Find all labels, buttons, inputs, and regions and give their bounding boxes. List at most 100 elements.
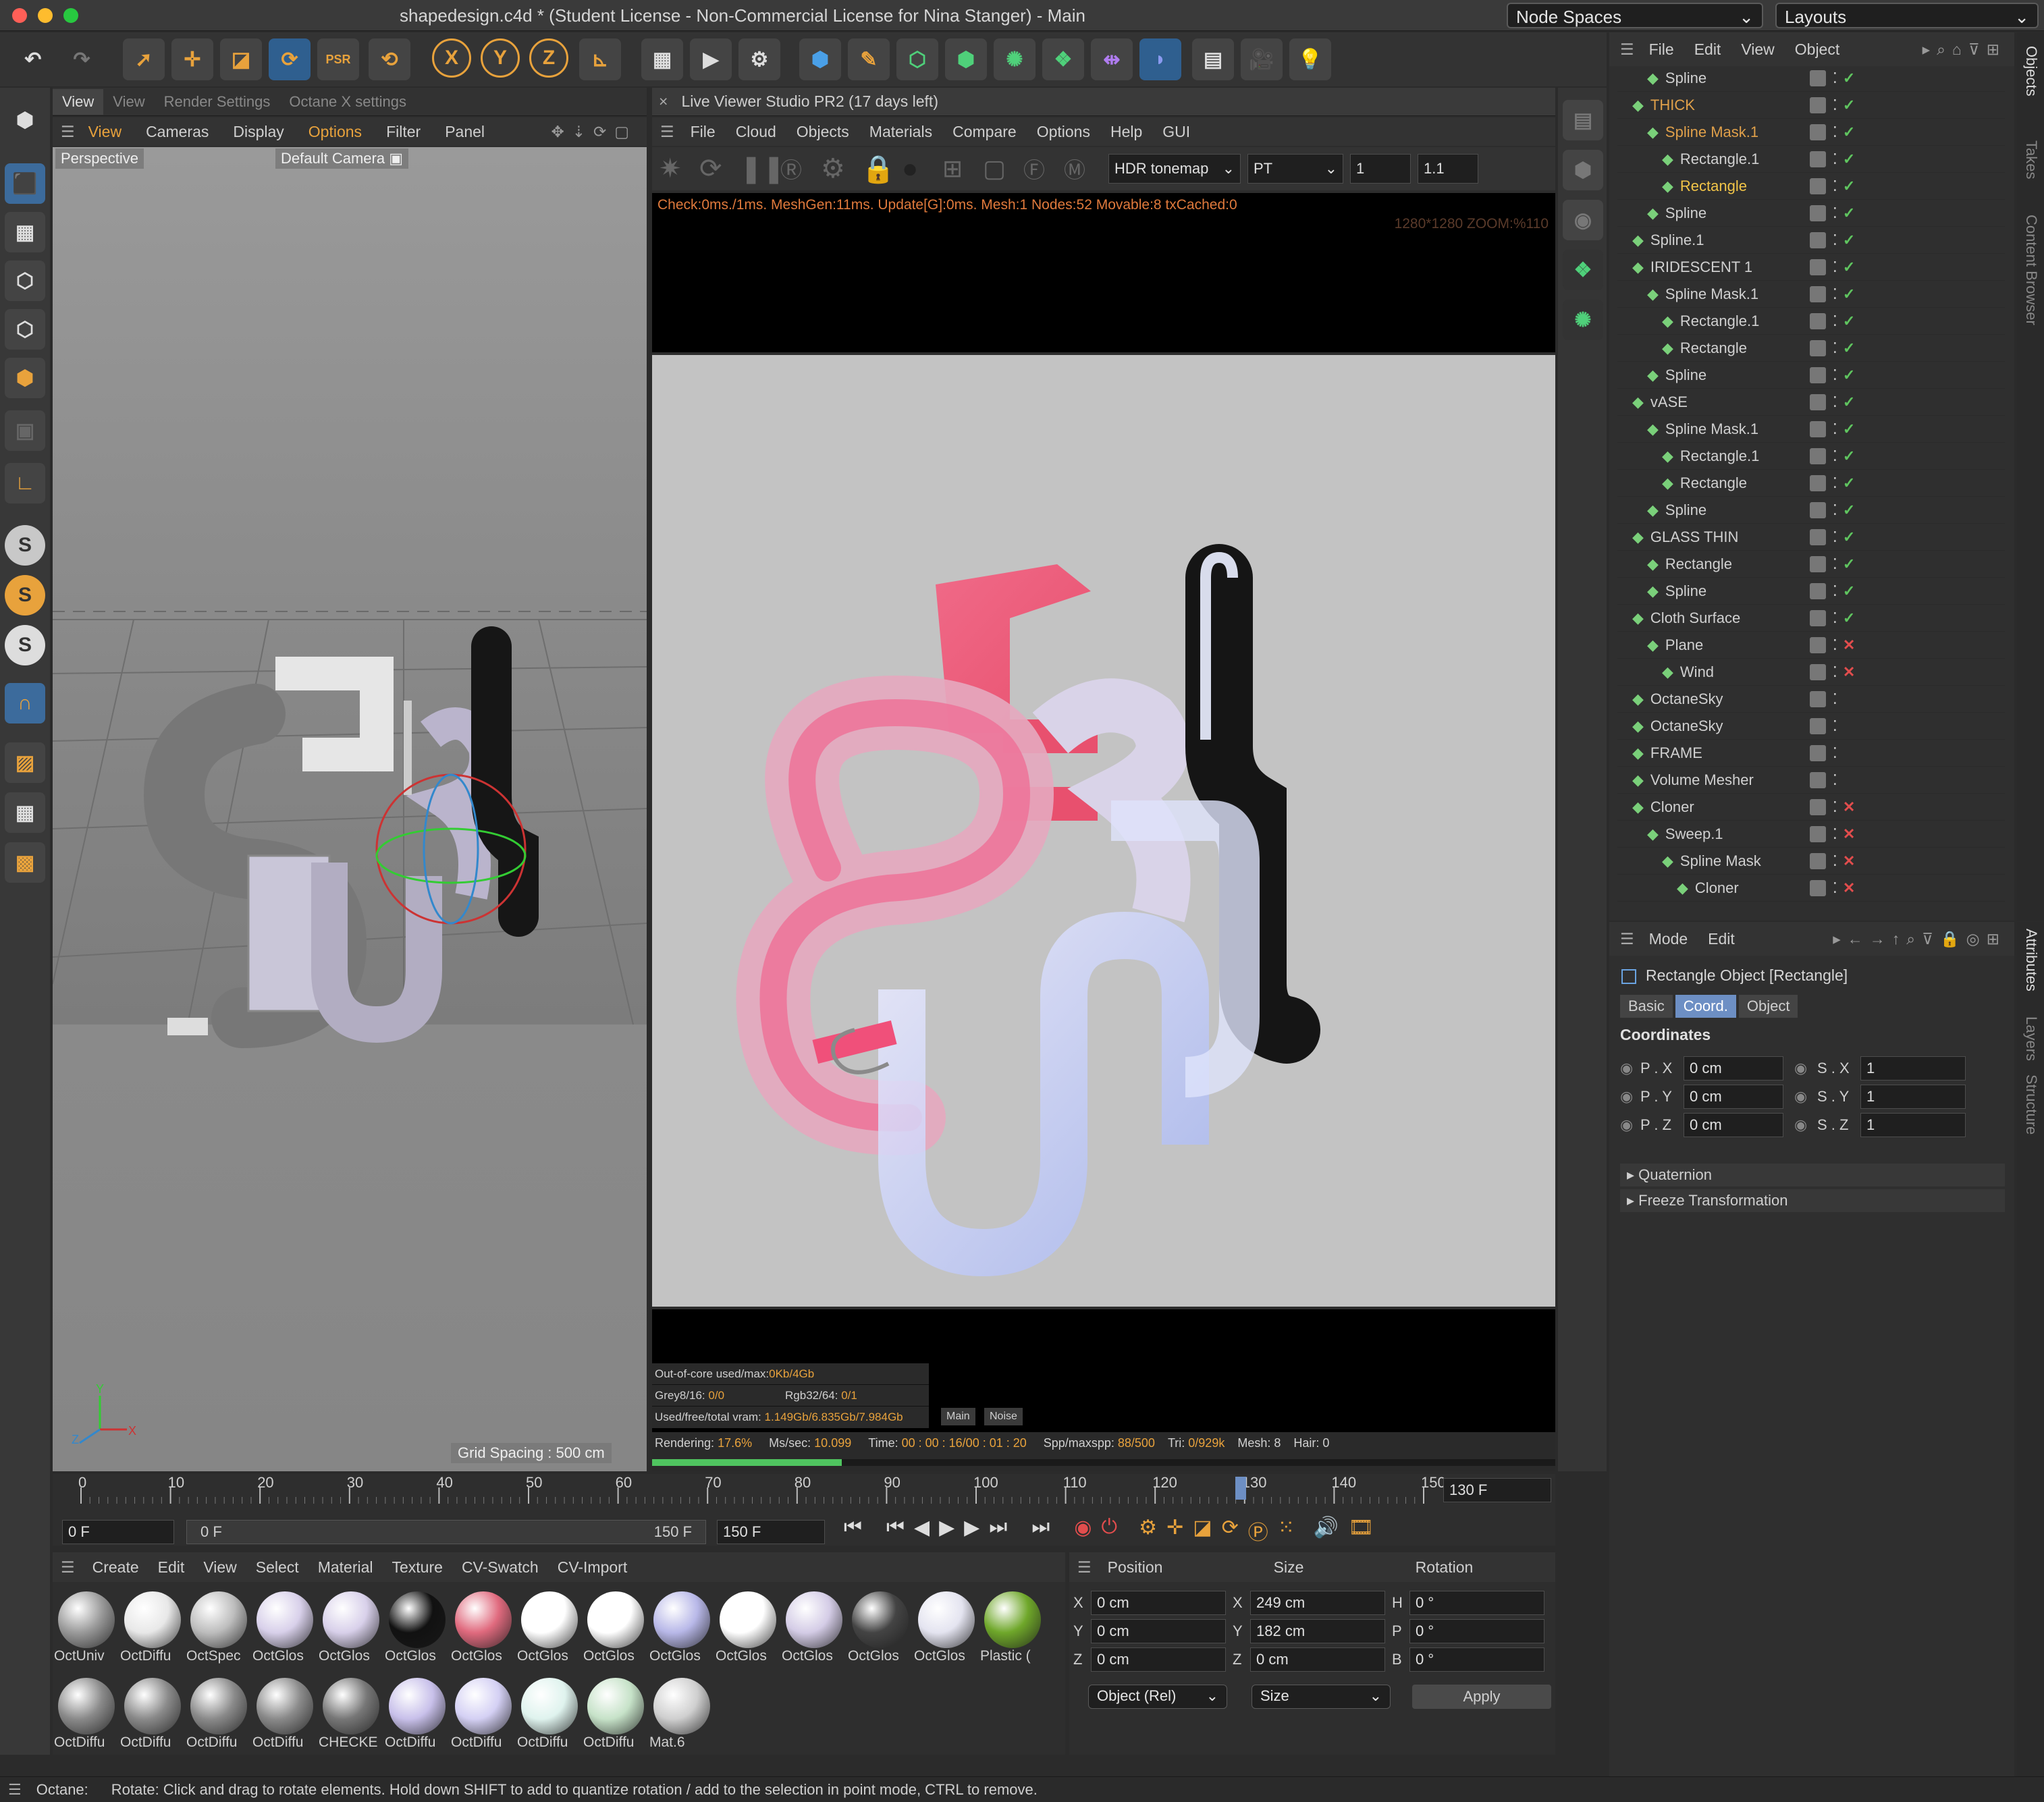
material-swatch[interactable]: OctGlos xyxy=(649,1591,711,1664)
object-row[interactable]: ◆ Spline ⁚ ✓ xyxy=(1617,200,2005,227)
edit-toggle-icon[interactable] xyxy=(1809,151,1826,167)
om-menu-view[interactable]: View xyxy=(1741,40,1774,59)
y-axis-lock-icon[interactable]: Y xyxy=(481,38,520,78)
mat-menu-material[interactable]: Material xyxy=(318,1558,373,1577)
mat-menu-cv-swatch[interactable]: CV-Swatch xyxy=(462,1558,539,1577)
node-spaces-dropdown[interactable]: Node Spaces ⌄ xyxy=(1507,3,1763,28)
uv-mode-icon[interactable]: ▣ xyxy=(5,410,45,451)
coordinate-system-icon[interactable]: ⊾ xyxy=(579,38,621,80)
am-menu-mode[interactable]: Mode xyxy=(1649,930,1688,948)
psr-tool-icon[interactable]: PSR xyxy=(317,38,359,80)
edit-toggle-icon[interactable] xyxy=(1809,582,1826,599)
workplane-icon[interactable]: ▨ xyxy=(5,742,45,783)
om-menu-edit[interactable]: Edit xyxy=(1694,40,1721,59)
restart-icon[interactable]: ⟳ xyxy=(699,153,740,184)
material-swatch[interactable]: OctGlos xyxy=(451,1591,513,1664)
pen-icon[interactable]: ✎ xyxy=(848,38,890,80)
object-row[interactable]: ◆ OctaneSky ⁚ xyxy=(1617,686,2005,713)
tab-object[interactable]: Object xyxy=(1738,995,1798,1018)
object-row[interactable]: ◆ OctaneSky ⁚ xyxy=(1617,713,2005,740)
focus-icon[interactable]: Ⓕ xyxy=(1023,153,1064,184)
material-swatch[interactable]: OctDiffu xyxy=(120,1591,182,1664)
hamburger-icon[interactable]: ☰ xyxy=(1620,40,1634,59)
octane-dock-icon-2[interactable]: ⬢ xyxy=(1563,150,1603,190)
tab-render-settings[interactable]: Render Settings xyxy=(155,89,280,115)
am-toolbar-icons[interactable]: ▸←→↑⌕⊽🔒◎⊞ xyxy=(1833,930,2006,948)
object-row[interactable]: ◆ Cloner ⁚ ✕ xyxy=(1617,794,2005,821)
disabled-cross-icon[interactable]: ✕ xyxy=(1843,852,1855,870)
material-swatch[interactable]: OctGlos xyxy=(319,1591,381,1664)
material-picker-icon[interactable]: Ⓜ xyxy=(1064,153,1104,184)
object-row[interactable]: ◆ GLASS THIN ⁚ ✓ xyxy=(1617,524,2005,551)
visibility-dots-icon[interactable]: ⁚ xyxy=(1833,879,1837,897)
key-position-icon[interactable]: ✛ xyxy=(1166,1516,1183,1546)
value1-stepper[interactable]: 1 xyxy=(1350,154,1411,184)
object-row[interactable]: ◆ THICK ⁚ ✓ xyxy=(1617,92,2005,119)
visibility-dots-icon[interactable]: ⁚ xyxy=(1833,555,1837,573)
menu-view[interactable]: View xyxy=(88,123,122,141)
settings-gear-icon[interactable]: ⚙ xyxy=(821,153,861,184)
rot-p-field[interactable]: 0 ° xyxy=(1409,1619,1544,1643)
sx-field[interactable]: 1 xyxy=(1860,1056,1966,1081)
material-swatch[interactable]: OctGlos xyxy=(583,1591,645,1664)
tab-noise[interactable]: Noise xyxy=(984,1408,1023,1425)
object-row[interactable]: ◆ Rectangle ⁚ ✓ xyxy=(1617,173,2005,200)
material-swatch[interactable]: Mat.6 xyxy=(649,1678,711,1751)
playhead[interactable] xyxy=(1235,1477,1246,1500)
edit-toggle-icon[interactable] xyxy=(1809,771,1826,788)
enabled-check-icon[interactable]: ✓ xyxy=(1843,420,1855,438)
polygons-mode-icon[interactable]: ⬢ xyxy=(5,358,45,398)
side-tab-attributes[interactable]: Attributes xyxy=(2022,929,2040,991)
edit-toggle-icon[interactable] xyxy=(1809,285,1826,302)
render-region-icon[interactable]: ▦ xyxy=(641,38,683,80)
region-icon[interactable]: Ⓡ xyxy=(780,153,821,184)
visibility-dots-icon[interactable]: ⁚ xyxy=(1833,582,1837,600)
frame-region-icon[interactable]: ▢ xyxy=(983,155,1023,183)
object-row[interactable]: ◆ Rectangle.1 ⁚ ✓ xyxy=(1617,308,2005,335)
enabled-check-icon[interactable]: ✓ xyxy=(1843,178,1855,195)
edit-toggle-icon[interactable] xyxy=(1809,501,1826,518)
next-frame-icon[interactable]: ▶ xyxy=(964,1516,979,1546)
material-swatch[interactable]: Plastic ( xyxy=(980,1591,1042,1664)
visibility-dots-icon[interactable]: ⁚ xyxy=(1833,366,1837,384)
edit-toggle-icon[interactable] xyxy=(1809,393,1826,410)
disabled-cross-icon[interactable]: ✕ xyxy=(1843,636,1855,654)
am-menu-edit[interactable]: Edit xyxy=(1708,930,1735,948)
rot-b-field[interactable]: 0 ° xyxy=(1409,1647,1544,1672)
close-icon[interactable]: × xyxy=(659,92,668,111)
extrude-icon[interactable]: ⬢ xyxy=(945,38,987,80)
key-rotation-icon[interactable]: ⟳ xyxy=(1222,1516,1239,1546)
object-row[interactable]: ◆ vASE ⁚ ✓ xyxy=(1617,389,2005,416)
go-to-start-icon[interactable]: ⏮ xyxy=(844,1516,862,1546)
om-menu-object[interactable]: Object xyxy=(1795,40,1839,59)
hamburger-icon[interactable]: ☰ xyxy=(1620,930,1634,948)
octane-dock-icon-3[interactable]: ◉ xyxy=(1563,200,1603,240)
edit-toggle-icon[interactable] xyxy=(1809,609,1826,626)
lv-menu-compare[interactable]: Compare xyxy=(952,123,1017,141)
enabled-check-icon[interactable]: ✓ xyxy=(1843,70,1855,87)
edit-toggle-icon[interactable] xyxy=(1809,744,1826,761)
scale-tool-icon[interactable]: ◪ xyxy=(220,38,262,80)
auto-key-icon[interactable]: ⏻ xyxy=(1101,1516,1117,1546)
pos-y-field[interactable]: 0 cm xyxy=(1091,1619,1226,1643)
value2-stepper[interactable]: 1.1 xyxy=(1418,154,1478,184)
object-row[interactable]: ◆ Wind ⁚ ✕ xyxy=(1617,659,2005,686)
visibility-dots-icon[interactable]: ⁚ xyxy=(1833,636,1837,654)
projection-label[interactable]: Perspective xyxy=(55,148,144,169)
size-y-field[interactable]: 182 cm xyxy=(1250,1619,1385,1643)
object-row[interactable]: ◆ Sweep.1 ⁚ ✕ xyxy=(1617,821,2005,848)
deformer-icon[interactable]: ⇹ xyxy=(1091,38,1133,80)
render-start-icon[interactable]: ✷ xyxy=(659,153,699,184)
radio-icon[interactable]: ◉ xyxy=(1620,1088,1640,1105)
edit-toggle-icon[interactable] xyxy=(1809,717,1826,734)
visibility-dots-icon[interactable]: ⁚ xyxy=(1833,312,1837,330)
lv-menu-help[interactable]: Help xyxy=(1110,123,1142,141)
redo-icon[interactable]: ↷ xyxy=(61,38,103,80)
object-row[interactable]: ◆ Cloth Surface ⁚ ✓ xyxy=(1617,605,2005,632)
key-parameter-icon[interactable]: Ⓟ xyxy=(1248,1516,1268,1546)
material-swatch[interactable]: OctGlos xyxy=(716,1591,778,1664)
edit-toggle-icon[interactable] xyxy=(1809,258,1826,275)
snap-s-white-icon[interactable]: S xyxy=(5,625,45,665)
edit-toggle-icon[interactable] xyxy=(1809,474,1826,491)
edit-toggle-icon[interactable] xyxy=(1809,339,1826,356)
